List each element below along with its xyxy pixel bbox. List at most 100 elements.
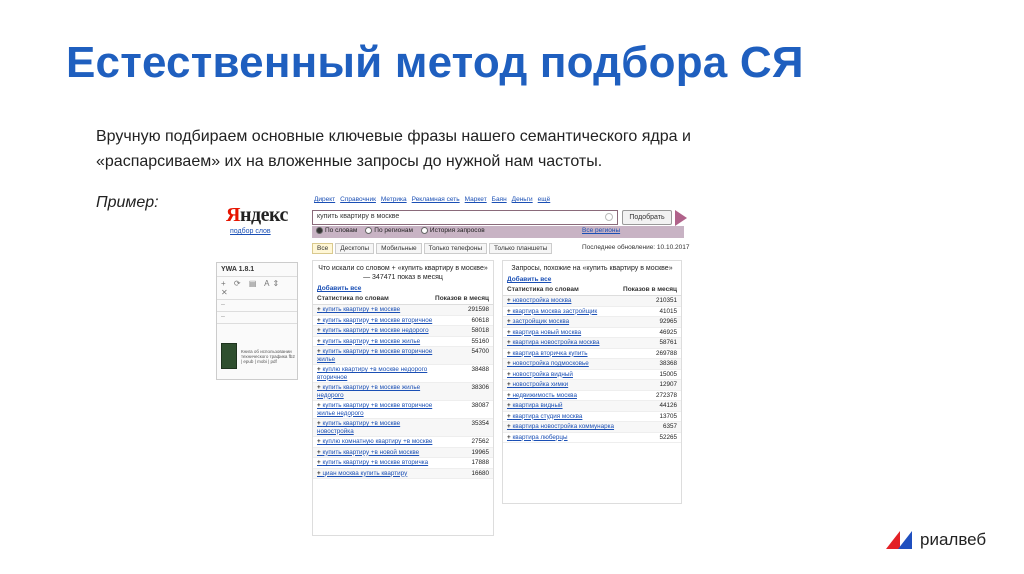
impressions-count: 58761 — [659, 339, 677, 346]
table-row: квартира вторичка купить 269788 — [503, 349, 681, 359]
table-row: купить квартиру +в москве вторичное жиль… — [313, 401, 493, 419]
nav-link[interactable]: Директ — [314, 196, 335, 203]
impressions-count: 272378 — [655, 391, 677, 399]
phrase-link[interactable]: недвижимость москва — [507, 392, 577, 400]
last-updated: Последнее обновление: 10.10.2017 — [582, 244, 690, 251]
table-row: купить квартиру +в москве вторичка 17888 — [313, 458, 493, 469]
tab-all[interactable]: Все — [312, 243, 334, 254]
phrase-link[interactable]: квартира новостройка коммунарка — [507, 423, 614, 431]
nav-link[interactable]: Баян — [492, 196, 507, 203]
yandex-logo[interactable]: Яндекс — [226, 204, 288, 227]
impressions-count: 38087 — [471, 402, 489, 409]
phrase-link[interactable]: куплю комнатную квартиру +в москве — [317, 438, 432, 446]
tab-desktops[interactable]: Десктопы — [335, 243, 375, 254]
clear-icon[interactable] — [605, 213, 613, 221]
table-row: купить квартиру +в москве жилье 55160 — [313, 337, 493, 347]
phrase-link[interactable]: новостройка москва — [507, 297, 571, 305]
impressions-count: 269788 — [655, 349, 677, 357]
ywa-list-empty: – — [217, 300, 297, 312]
ywa-title: YWA 1.8.1 — [217, 263, 297, 277]
phrase-link[interactable]: купить квартиру +в москве жилье недорого — [317, 384, 437, 399]
phrase-link[interactable]: новостройка видный — [507, 371, 573, 379]
tab-phones[interactable]: Только телефоны — [423, 243, 488, 254]
phrase-link[interactable]: квартира москва застройщик — [507, 308, 597, 316]
table-row: купить квартиру +в москве вторичное 60618 — [313, 316, 493, 326]
table-row: куплю комнатную квартиру +в москве 27562 — [313, 437, 493, 448]
nav-link[interactable]: ещё — [538, 196, 551, 203]
phrase-link[interactable]: квартира люберцы — [507, 434, 567, 442]
nav-link[interactable]: Справочник — [340, 196, 376, 203]
table-row: квартира видный 44126 — [503, 401, 681, 412]
phrase-link[interactable]: квартира вторичка купить — [507, 350, 587, 358]
ywa-extension-panel: YWA 1.8.1 + ⟳ ▤ A⇕ ✕ – – Книга об исполь… — [216, 262, 298, 380]
slide-title: Естественный метод подбора СЯ — [66, 38, 804, 87]
phrase-link[interactable]: новостройка подмосковье — [507, 360, 588, 368]
impressions-count: 35354 — [471, 420, 489, 427]
left-results-panel: Что искали со словом + «купить квартиру … — [312, 260, 494, 536]
impressions-count: 13705 — [659, 412, 677, 420]
wordstat-link[interactable]: подбор слов — [230, 228, 271, 235]
phrase-link[interactable]: квартира видный — [507, 402, 562, 410]
phrase-link[interactable]: купить квартиру +в москве — [317, 306, 400, 314]
phrase-link[interactable]: купить квартиру +в москве новостройка — [317, 420, 437, 435]
slide: Естественный метод подбора СЯ Вручную по… — [0, 0, 1024, 574]
right-add-all-link[interactable]: Добавить все — [503, 276, 681, 283]
impressions-count: 291598 — [467, 306, 489, 313]
phrase-link[interactable]: квартира новостройка москва — [507, 339, 599, 347]
nav-link[interactable]: Рекламная сеть — [412, 196, 460, 203]
impressions-count: 38306 — [471, 384, 489, 391]
table-row: квартира москва застройщик 41015 — [503, 307, 681, 317]
nav-link[interactable]: Маркет — [465, 196, 487, 203]
search-mode-radios: По словам По регионам История запросов — [316, 227, 485, 234]
radio-history[interactable]: История запросов — [421, 227, 485, 234]
impressions-count: 38368 — [659, 360, 677, 367]
phrase-link[interactable]: купить квартиру +в москве недорого — [317, 327, 428, 335]
left-add-all-link[interactable]: Добавить все — [313, 285, 493, 292]
phrase-link[interactable]: квартира студия москва — [507, 413, 582, 421]
ywa-list-empty: – — [217, 312, 297, 324]
table-row: новостройка видный 15005 — [503, 370, 681, 380]
top-nav: Директ Справочник Метрика Рекламная сеть… — [314, 196, 550, 203]
phrase-link[interactable]: куплю квартиру +в москве недорого вторич… — [317, 366, 437, 381]
phrase-link[interactable]: купить квартиру +в москве жилье — [317, 338, 420, 346]
table-row: застройщик москва 92965 — [503, 317, 681, 328]
right-panel-heading: Запросы, похожие на «купить квартиру в м… — [511, 265, 673, 272]
book-ad-text[interactable]: Книга об использовании технического траф… — [241, 349, 295, 364]
phrase-link[interactable]: купить квартиру +в новой москве — [317, 449, 419, 457]
phrase-link[interactable]: купить квартиру +в москве вторичное жиль… — [317, 402, 437, 417]
table-row: куплю квартиру +в москве недорого вторич… — [313, 365, 493, 383]
phrase-link[interactable]: циан москва купить квартиру — [317, 470, 407, 478]
tab-mobile[interactable]: Мобильные — [376, 243, 422, 254]
phrase-link[interactable]: купить квартиру +в москве вторичное — [317, 317, 432, 325]
col-count: Показов в месяц — [435, 295, 489, 302]
phrase-link[interactable]: застройщик москва — [507, 318, 569, 326]
device-tabs: Все Десктопы Мобильные Только телефоны Т… — [312, 243, 553, 254]
table-row: квартира новостройка москва 58761 — [503, 338, 681, 349]
impressions-count: 41015 — [659, 307, 677, 315]
search-button[interactable]: Подобрать — [622, 210, 672, 225]
nav-link[interactable]: Метрика — [381, 196, 407, 203]
phrase-link[interactable]: новостройка химки — [507, 381, 568, 389]
table-row: купить квартиру +в москве вторичное жиль… — [313, 347, 493, 365]
phrase-link[interactable]: квартира новый москва — [507, 329, 581, 337]
ywa-toolbar-icons[interactable]: + ⟳ ▤ A⇕ ✕ — [217, 277, 297, 300]
book-cover-icon[interactable] — [221, 343, 237, 369]
search-bar: купить квартиру в москве Подобрать — [312, 210, 687, 226]
table-row: новостройка химки 12907 — [503, 380, 681, 391]
phrase-link[interactable]: купить квартиру +в москве вторичка — [317, 459, 428, 467]
impressions-count: 19965 — [471, 448, 489, 456]
phrase-link[interactable]: купить квартиру +в москве вторичное жиль… — [317, 348, 437, 363]
regions-link[interactable]: Все регионы — [582, 227, 620, 234]
radio-by-regions[interactable]: По регионам — [365, 227, 413, 234]
right-results-panel: Запросы, похожие на «купить квартиру в м… — [502, 260, 682, 504]
table-row: купить квартиру +в новой москве 19965 — [313, 447, 493, 458]
impressions-count: 44126 — [659, 402, 677, 409]
table-row: квартира студия москва 13705 — [503, 412, 681, 422]
table-row: квартира новостройка коммунарка 6357 — [503, 422, 681, 433]
brand-mark-icon — [886, 531, 914, 549]
radio-by-words[interactable]: По словам — [316, 227, 357, 234]
tab-tablets[interactable]: Только планшеты — [489, 243, 553, 254]
impressions-count: 12907 — [659, 381, 677, 388]
nav-link[interactable]: Деньги — [512, 196, 533, 203]
search-input[interactable]: купить квартиру в москве — [312, 210, 618, 225]
